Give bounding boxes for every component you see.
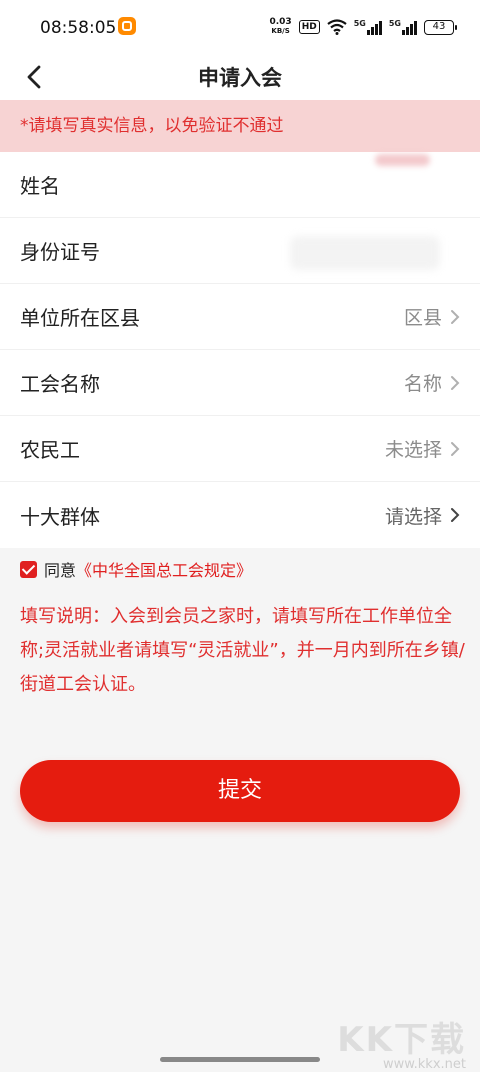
application-form: 姓名 身份证号 单位所在区县 区县 工会名称 名称 农民工 未选择 十大群体 请… (0, 152, 480, 548)
name-label: 姓名 (20, 174, 60, 198)
cell-signal-2-label: 5G (388, 19, 401, 28)
id-number-field[interactable]: 身份证号 (0, 218, 480, 284)
navigation-bar: 申请入会 (0, 54, 480, 100)
union-name-label: 工会名称 (20, 372, 100, 396)
watermark-logo: KK下载 (337, 1020, 466, 1060)
redacted-name-value (375, 154, 430, 166)
district-value: 区县 (403, 307, 442, 329)
network-speed-unit: KB/S (271, 27, 290, 35)
regulations-link[interactable]: 《中华全国总工会规定》 (76, 557, 252, 581)
notice-banner: *请填写真实信息，以免验证不通过 (0, 100, 480, 152)
name-field[interactable]: 姓名 (0, 152, 480, 218)
agreement-text: 同意 (44, 561, 77, 580)
ten-groups-selector[interactable]: 十大群体 请选择 (0, 482, 480, 548)
submit-button[interactable]: 提交 (20, 760, 460, 822)
chevron-right-icon (451, 441, 460, 456)
agreement-row: 同意 《中华全国总工会规定》 (20, 557, 252, 581)
status-bar: 08:58:05 0.03 KB/S HD 5G 5G 43 (0, 0, 480, 54)
migrant-worker-value: 未选择 (384, 439, 442, 461)
status-time: 08:58:05 (40, 18, 117, 38)
cell-signal-1-icon: 5G (354, 19, 382, 35)
cell-signal-1-label: 5G (353, 19, 366, 28)
union-name-selector[interactable]: 工会名称 名称 (0, 350, 480, 416)
ten-groups-value: 请选择 (384, 505, 442, 528)
app-notification-icon (118, 17, 136, 35)
district-label: 单位所在区县 (20, 306, 140, 330)
migrant-worker-label: 农民工 (20, 438, 80, 462)
district-selector[interactable]: 单位所在区县 区县 (0, 284, 480, 350)
watermark: KK下载 www.kkx.net (337, 1012, 466, 1072)
chevron-right-icon (451, 375, 460, 390)
chevron-right-icon (451, 508, 460, 522)
chevron-right-icon (451, 309, 460, 324)
fill-instructions: 填写说明：入会到会员之家时，请填写所在工作单位全称;灵活就业者请填写“灵活就业”… (20, 606, 465, 695)
hd-icon: HD (298, 20, 320, 34)
network-speed-value: 0.03 (269, 17, 292, 27)
page-title: 申请入会 (198, 66, 282, 90)
home-indicator[interactable] (160, 1057, 320, 1062)
agreement-checkbox[interactable] (20, 560, 37, 578)
migrant-worker-selector[interactable]: 农民工 未选择 (0, 416, 480, 482)
union-name-value: 名称 (403, 373, 442, 395)
cell-signal-2-icon: 5G (389, 19, 417, 35)
status-indicators: 0.03 KB/S HD 5G 5G 43 (269, 16, 457, 38)
network-speed: 0.03 KB/S (269, 18, 291, 36)
battery-icon: 43 (424, 19, 457, 35)
redacted-id-value (290, 236, 440, 270)
ten-groups-label: 十大群体 (20, 504, 100, 529)
wifi-icon (327, 19, 347, 35)
